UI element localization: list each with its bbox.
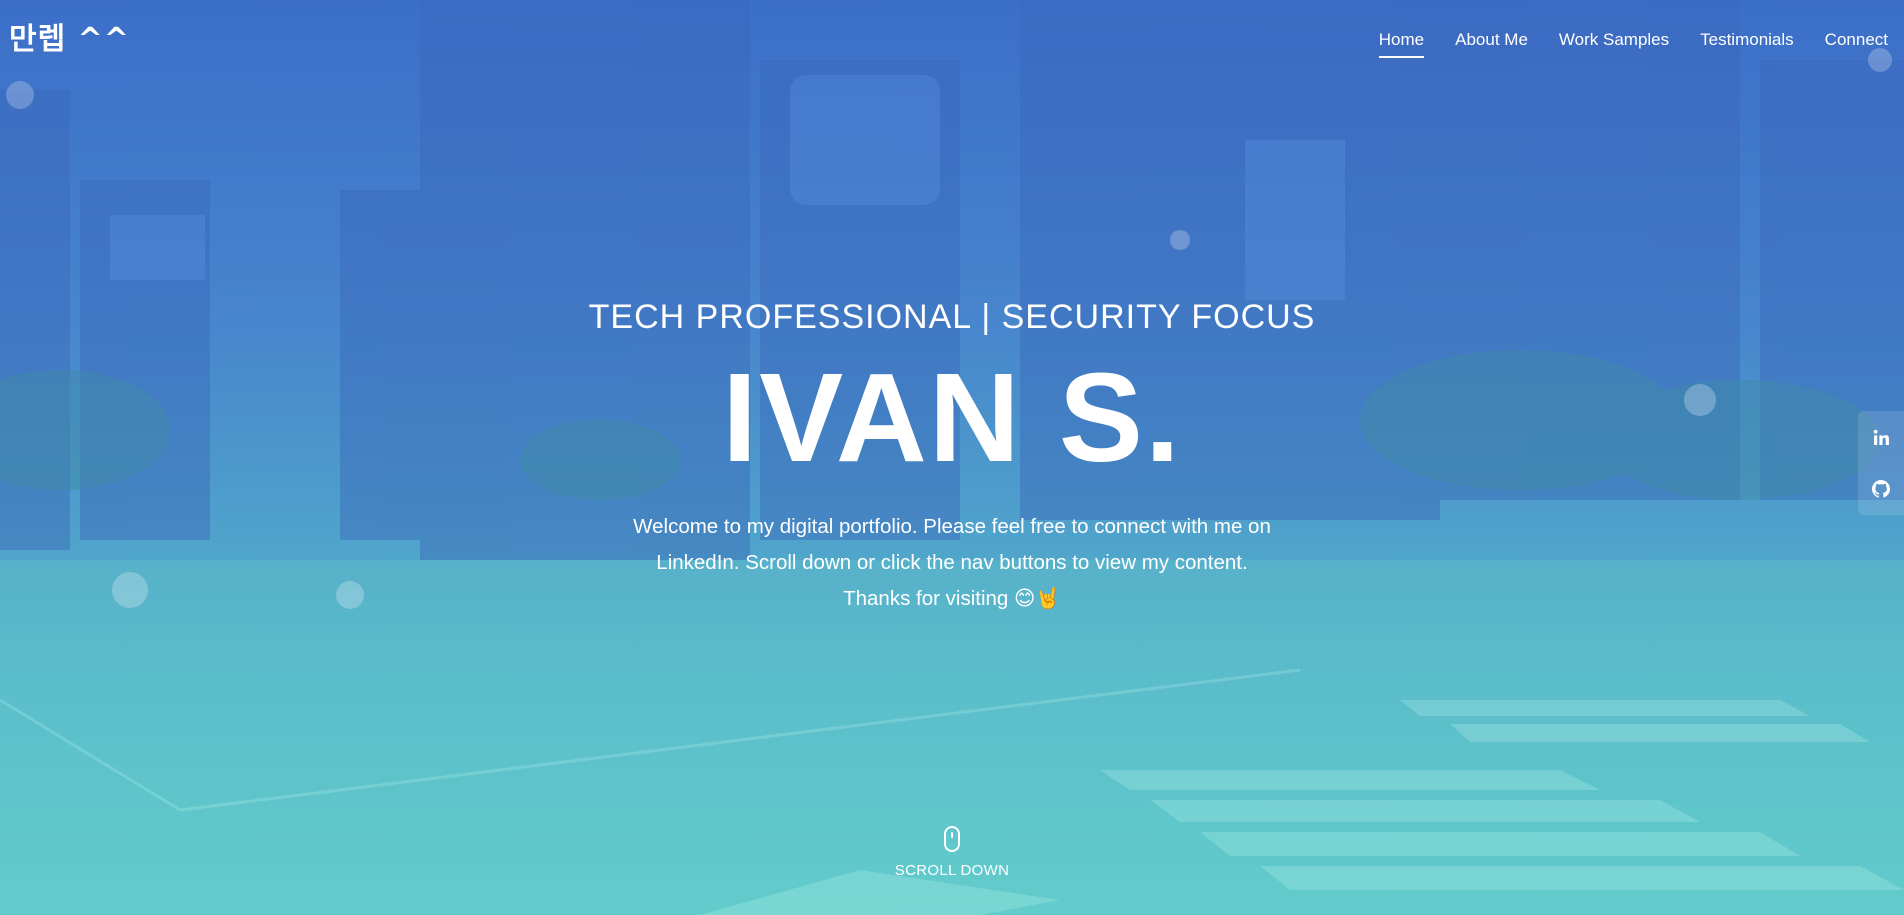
main-nav: Home About Me Work Samples Testimonials … — [1378, 30, 1888, 58]
github-icon[interactable] — [1858, 463, 1904, 515]
hero-subtitle: TECH PROFESSIONAL | SECURITY FOCUS — [588, 298, 1316, 336]
brand-logo[interactable]: 만렙 ^^ — [9, 14, 130, 58]
hero-section: 만렙 ^^ Home About Me Work Samples Testimo… — [0, 0, 1904, 915]
nav-testimonials[interactable]: Testimonials — [1700, 30, 1794, 58]
nav-home[interactable]: Home — [1378, 30, 1425, 58]
nav-connect[interactable]: Connect — [1825, 30, 1888, 58]
scroll-down-button[interactable]: SCROLL DOWN — [0, 826, 1904, 879]
hero-welcome-text: Welcome to my digital portfolio. Please … — [633, 515, 1271, 610]
hero-name: IVAN S. — [722, 347, 1182, 488]
nav-about-me[interactable]: About Me — [1455, 30, 1528, 58]
social-sidebar — [1858, 411, 1904, 515]
linkedin-icon[interactable] — [1858, 411, 1904, 463]
hero-content: TECH PROFESSIONAL | SECURITY FOCUS IVAN … — [0, 298, 1904, 617]
nav-work-samples[interactable]: Work Samples — [1559, 30, 1669, 58]
mouse-icon — [944, 826, 960, 852]
scroll-down-label: SCROLL DOWN — [894, 862, 1010, 879]
